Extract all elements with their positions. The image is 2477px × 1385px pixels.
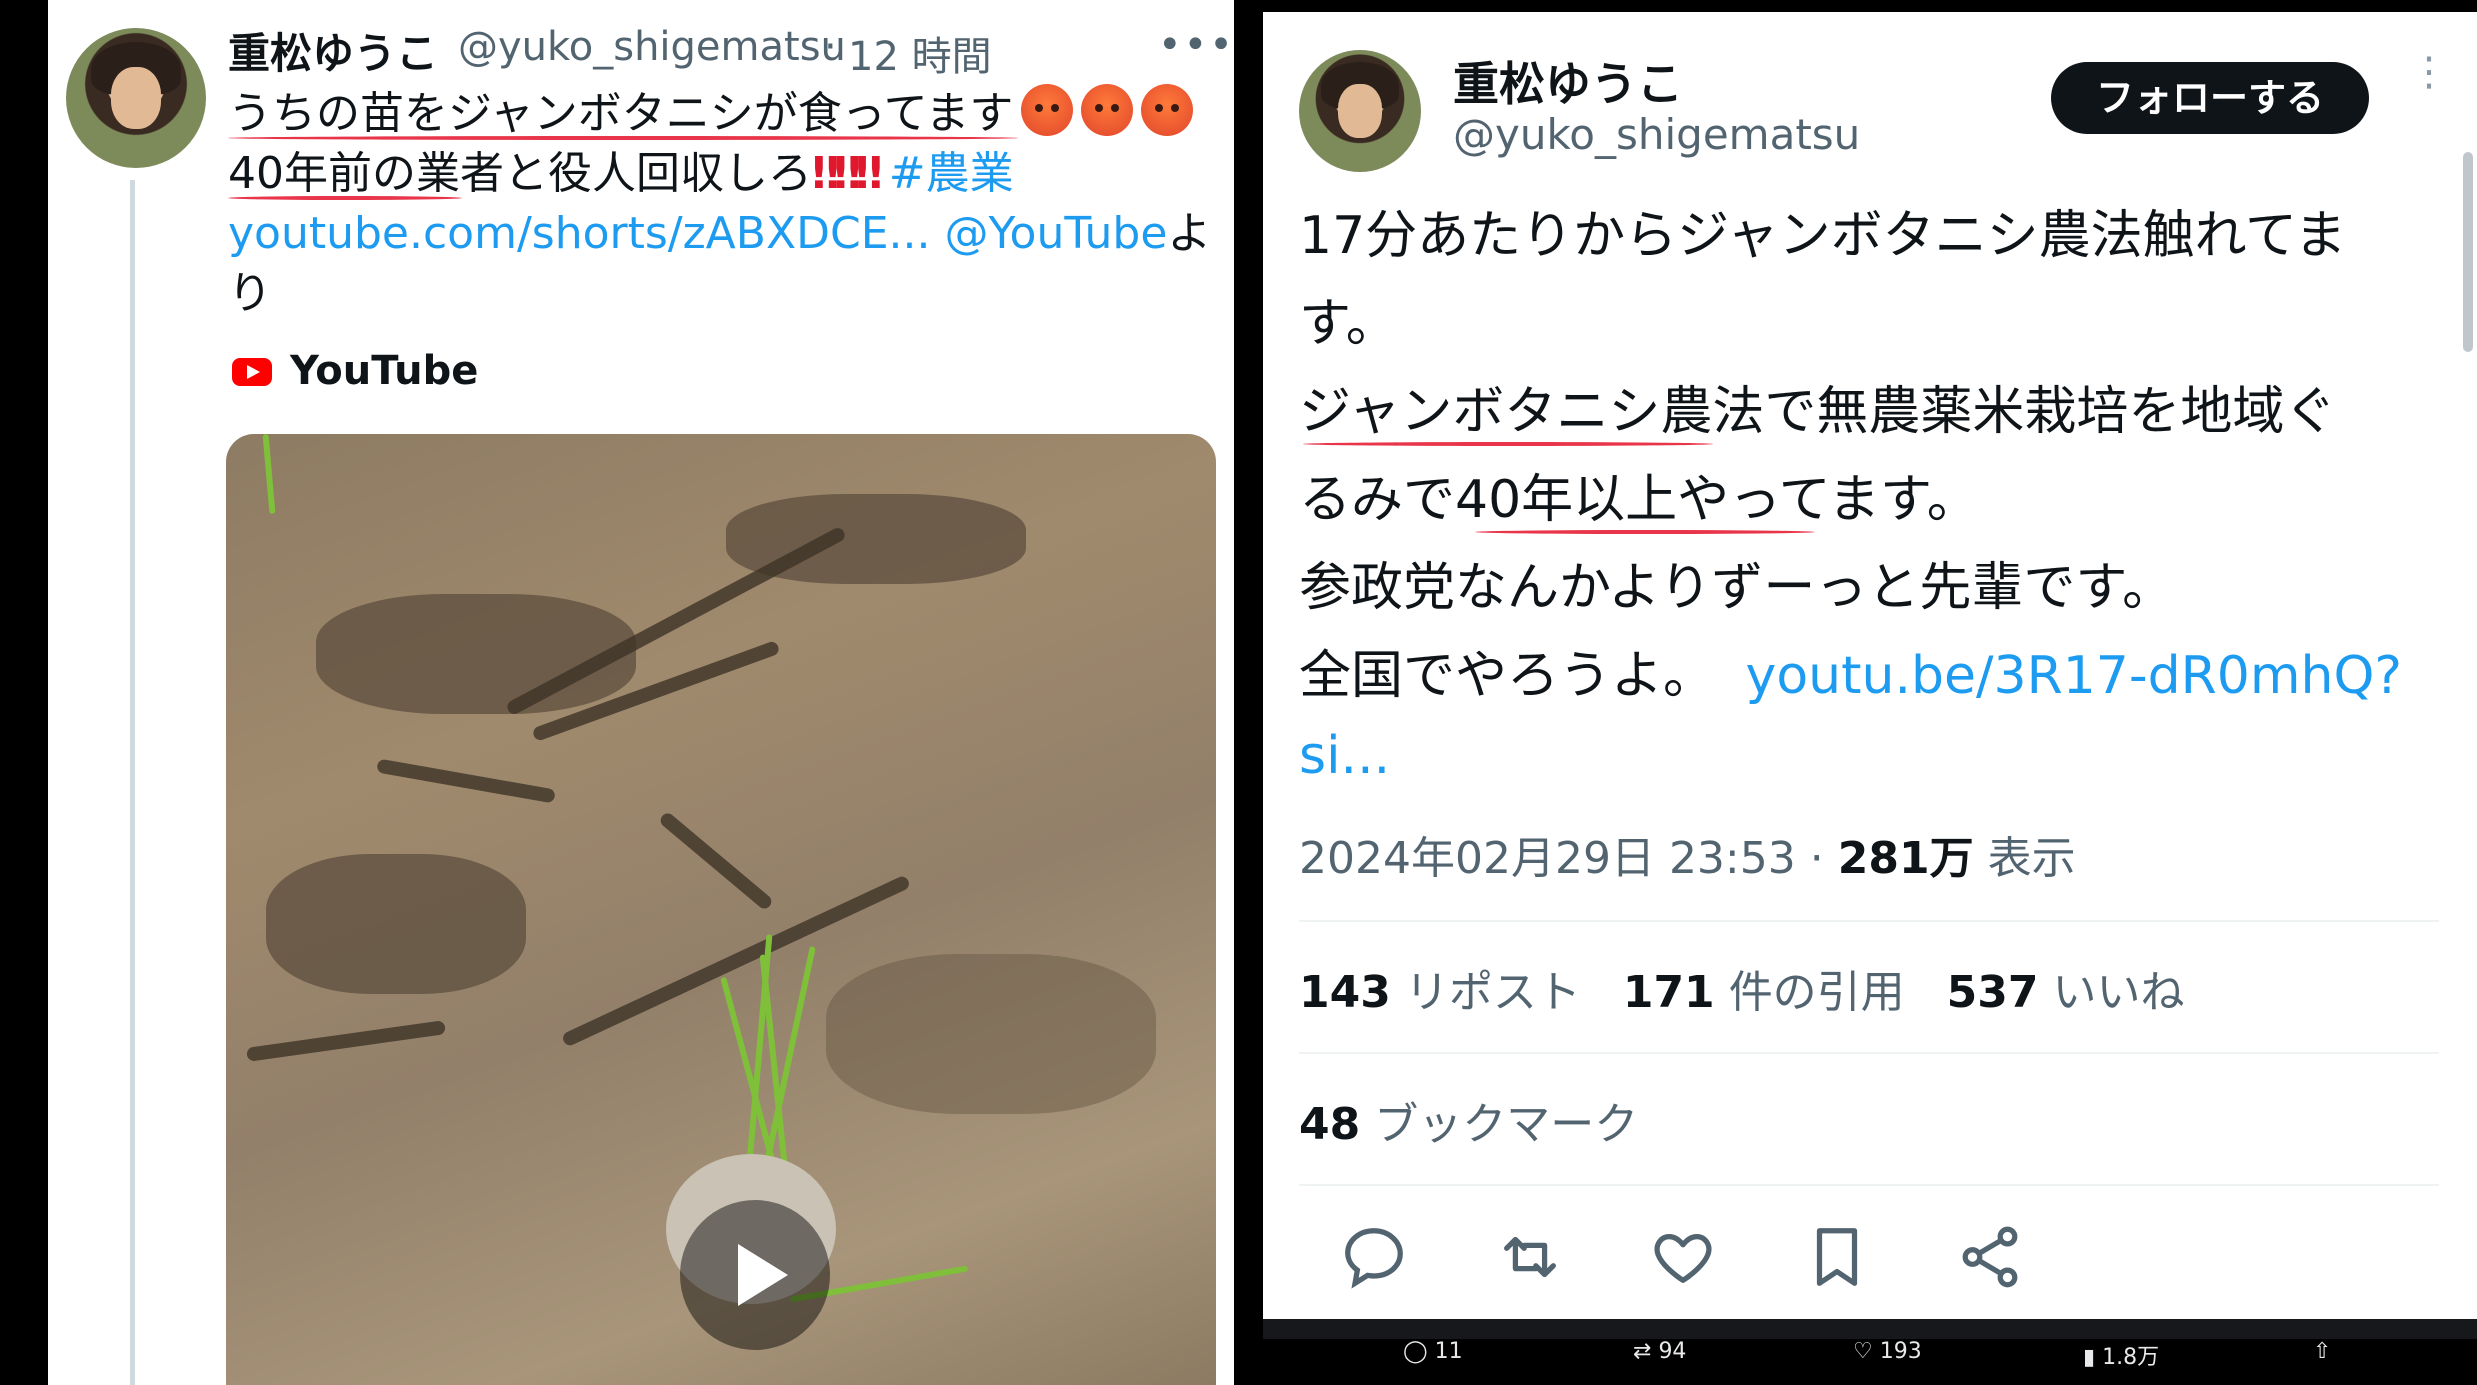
handwritten-underline <box>1303 442 1713 446</box>
separator: · <box>824 24 837 70</box>
bottom-replies[interactable]: ◯ 11 <box>1403 1339 1463 1364</box>
right-tweet-panel: 重松ゆうこ @yuko_shigematsu フォローする ⋮ 17分あたりから… <box>1263 12 2477 1385</box>
handwritten-underline <box>228 136 1018 140</box>
reply-icon[interactable] <box>1339 1222 1409 1292</box>
youtube-icon <box>232 358 272 386</box>
bookmarks-count: 48 <box>1299 1099 1361 1150</box>
views-mini-count: 1.8万 <box>2102 1345 2160 1370</box>
quotes-label: 件の引用 <box>1728 967 1905 1018</box>
tweet-text-line: youtube.com/shorts/zABXDCE... @YouTubeよ <box>228 204 1211 264</box>
card-source: YouTube <box>290 348 479 394</box>
more-options-icon[interactable]: ••• <box>1158 22 1235 68</box>
repost-icon: ⇄ <box>1633 1339 1652 1364</box>
tweet-text-line: 17分あたりからジャンボタニシ農法触れてま <box>1299 206 2347 266</box>
likes-mini-count: 193 <box>1879 1339 1922 1364</box>
tweet-text: よ <box>1167 208 1212 259</box>
thread-line <box>130 180 135 1385</box>
post-date[interactable]: 2024年02月29日 23:53 <box>1299 833 1796 884</box>
angry-face-icon <box>1021 84 1074 136</box>
views-count: 281万 <box>1837 833 1974 884</box>
reposts-stat[interactable]: 143 リポスト <box>1299 967 1581 1018</box>
bookmarks-label: ブックマーク <box>1374 1099 1639 1150</box>
reposts-label: リポスト <box>1404 967 1581 1018</box>
post-time[interactable]: 12 時間 <box>848 24 992 82</box>
follow-button[interactable]: フォローする <box>2051 62 2369 134</box>
tweet-text: うちの苗をジャンボタニシが食ってます <box>228 88 1014 139</box>
author-name[interactable]: 重松ゆうこ <box>1453 48 1683 114</box>
views-label: 表示 <box>1987 833 2076 884</box>
tweet-text-line: うちの苗をジャンボタニシが食ってます <box>228 84 1194 144</box>
avatar[interactable] <box>1299 50 1421 172</box>
tweet-text: 全国でやろうよ。 <box>1299 646 1716 706</box>
divider <box>1299 1052 2439 1054</box>
engagement-stats: 143 リポスト 171 件の引用 537 いいね <box>1299 956 2185 1020</box>
angry-face-icon <box>1081 84 1134 136</box>
likes-stat[interactable]: 537 いいね <box>1947 967 2185 1018</box>
bottom-views[interactable]: ▮ 1.8万 <box>2083 1339 2159 1371</box>
quotes-stat[interactable]: 171 件の引用 <box>1623 967 1905 1018</box>
bookmarks-stat[interactable]: 48 ブックマーク <box>1299 1088 1638 1152</box>
repost-icon[interactable] <box>1495 1222 1565 1292</box>
bottom-bar-edge <box>1263 1319 2477 1339</box>
author-name[interactable]: 重松ゆうこ <box>228 20 438 81</box>
bottom-reposts[interactable]: ⇄ 94 <box>1633 1339 1686 1364</box>
tweet-text-line: り <box>228 268 272 319</box>
author-handle[interactable]: @yuko_shigematsu <box>1453 110 1860 159</box>
reply-icon: ◯ <box>1403 1339 1428 1364</box>
handwritten-underline <box>1475 530 1815 534</box>
reposts-mini-count: 94 <box>1658 1339 1687 1364</box>
tweet-text-line: 参政党なんかよりずーっと先輩です。 <box>1299 558 2175 618</box>
divider <box>1299 1184 2439 1186</box>
divider <box>1299 920 2439 922</box>
tweet-text-line: 40年前の業者と役人回収しろ‼‼‼ #農業 <box>228 144 1014 204</box>
hashtag-link[interactable]: #農業 <box>889 148 1014 199</box>
tweet-text-line: す。 <box>1299 294 1398 354</box>
video-link-continued[interactable]: si... <box>1299 712 1390 800</box>
avatar[interactable] <box>66 28 206 168</box>
tweet-text: 40年前の業者と役人回収しろ <box>228 148 812 199</box>
like-icon: ♡ <box>1853 1339 1873 1364</box>
bottom-likes[interactable]: ♡ 193 <box>1853 1339 1922 1364</box>
likes-count: 537 <box>1946 967 2039 1018</box>
post-meta: 2024年02月29日 23:53 · 281万 表示 <box>1299 822 2076 886</box>
video-link[interactable]: youtube.com/shorts/zABXDCE... <box>228 208 930 259</box>
tweet-text-line: 全国でやろうよ。 youtu.be/3R17-dR0mhQ? <box>1299 632 2402 720</box>
angry-face-icon <box>1141 84 1194 136</box>
replies-count: 11 <box>1434 1339 1463 1364</box>
more-options-icon[interactable]: ⋮ <box>2409 52 2449 122</box>
quotes-count: 171 <box>1622 967 1715 1018</box>
handwritten-underline <box>228 196 462 200</box>
mention-link[interactable]: @YouTube <box>944 208 1167 259</box>
scrollbar[interactable] <box>2463 152 2473 352</box>
like-icon[interactable] <box>1648 1222 1718 1292</box>
likes-label: いいね <box>2052 967 2185 1018</box>
reposts-count: 143 <box>1299 967 1391 1018</box>
left-tweet-panel: 重松ゆうこ @yuko_shigematsu · 12 時間 ••• うちの苗を… <box>48 0 1234 1385</box>
author-handle[interactable]: @yuko_shigematsu <box>458 24 846 70</box>
bookmark-icon[interactable] <box>1802 1222 1872 1292</box>
views-icon: ▮ <box>2083 1345 2096 1370</box>
upload-icon[interactable]: ⇧ <box>2313 1339 2331 1364</box>
separator: · <box>1809 833 1824 884</box>
share-icon[interactable] <box>1955 1222 2025 1292</box>
play-icon[interactable] <box>680 1200 830 1350</box>
video-link[interactable]: youtu.be/3R17-dR0mhQ? <box>1746 646 2402 706</box>
double-exclamation-icon: ‼‼‼ <box>812 148 883 199</box>
